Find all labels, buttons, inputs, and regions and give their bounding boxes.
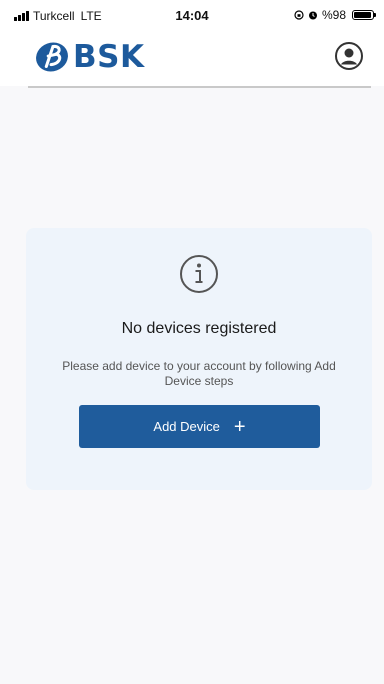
add-device-label: Add Device xyxy=(153,419,220,434)
rotation-lock-icon xyxy=(294,10,304,20)
battery-icon xyxy=(352,10,376,20)
add-device-button[interactable]: Add Device + xyxy=(79,405,320,448)
app-header: BSK xyxy=(0,32,384,86)
battery-percent: %98 xyxy=(321,8,346,22)
app-screen: Turkcell LTE 14:04 %98 BSK No devices re… xyxy=(0,0,384,684)
profile-icon[interactable] xyxy=(334,41,364,71)
status-bar: Turkcell LTE 14:04 %98 xyxy=(0,0,384,32)
plus-icon: + xyxy=(233,415,246,438)
status-right: %98 xyxy=(294,8,376,22)
brand-logo: BSK xyxy=(33,38,144,76)
empty-state-title: No devices registered xyxy=(121,320,277,337)
alarm-icon xyxy=(308,11,317,20)
info-icon xyxy=(180,255,218,293)
empty-state-card: No devices registered Please add device … xyxy=(26,228,372,490)
logo-text: BSK xyxy=(73,39,145,75)
bsk-logo-icon xyxy=(36,42,68,72)
empty-state-description: Please add device to your account by fol… xyxy=(62,359,336,388)
header-divider xyxy=(28,86,371,88)
